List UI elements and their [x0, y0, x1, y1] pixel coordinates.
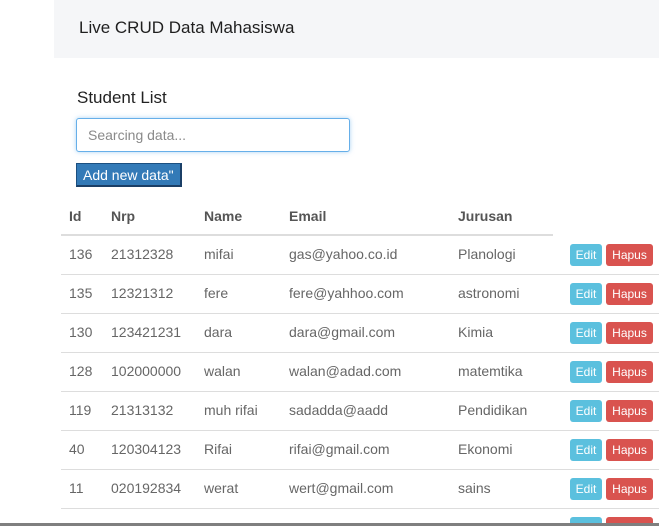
- delete-button[interactable]: Hapus: [606, 322, 653, 344]
- cell-nrp: 020192834: [111, 480, 182, 496]
- table-row: 128 102000000 walan walan@adad.com matem…: [61, 353, 659, 392]
- cell-nrp: 21313132: [111, 402, 174, 418]
- column-header-jurusan: Jurusan: [458, 208, 513, 224]
- edit-button[interactable]: Edit: [570, 244, 602, 266]
- cell-id: 40: [69, 441, 85, 457]
- cell-name: mifai: [204, 246, 234, 262]
- cell-jurusan: sains: [458, 480, 491, 496]
- edit-button[interactable]: Edit: [570, 400, 602, 422]
- cell-email: fere@yahhoo.com: [289, 285, 404, 301]
- table-row: 130 123421231 dara dara@gmail.com Kimia …: [61, 314, 659, 353]
- cell-name: werat: [204, 480, 239, 496]
- table-row: 11 020192834 werat wert@gmail.com sains …: [61, 470, 659, 509]
- cell-jurusan: astronomi: [458, 285, 520, 301]
- cell-jurusan: Pendidikan: [458, 402, 528, 418]
- edit-button[interactable]: Edit: [570, 361, 602, 383]
- student-table: Id Nrp Name Email Jurusan 136 21312328 m…: [61, 197, 659, 526]
- cell-email: wert@gmail.com: [289, 480, 394, 496]
- table-row: 40 120304123 Rifai rifai@gmail.com Ekono…: [61, 431, 659, 470]
- column-header-email: Email: [289, 208, 327, 224]
- cell-id: 136: [69, 246, 93, 262]
- search-input[interactable]: [76, 118, 350, 152]
- cell-id: 119: [69, 402, 92, 418]
- cell-nrp: 21312328: [111, 246, 174, 262]
- edit-button[interactable]: Edit: [570, 478, 602, 500]
- cell-email: sadadda@aadd: [289, 402, 389, 418]
- delete-button[interactable]: Hapus: [606, 400, 653, 422]
- cell-name: dara: [204, 324, 233, 340]
- cell-nrp: 12321312: [111, 285, 174, 301]
- cell-id: 128: [69, 363, 93, 379]
- cell-email: dara@gmail.com: [289, 324, 396, 340]
- delete-button[interactable]: Hapus: [606, 244, 653, 266]
- cell-jurusan: Kimia: [458, 324, 494, 340]
- column-header-id: Id: [69, 208, 82, 224]
- delete-button[interactable]: Hapus: [606, 439, 653, 461]
- add-new-data-button[interactable]: Add new data": [76, 163, 182, 187]
- cell-jurusan: Planologi: [458, 246, 516, 262]
- cell-nrp: 120304123: [111, 441, 182, 457]
- delete-button[interactable]: Hapus: [606, 361, 653, 383]
- cell-name: fere: [204, 285, 229, 301]
- cell-id: 135: [69, 285, 93, 301]
- cell-name: walan: [204, 363, 241, 379]
- table-row: 135 12321312 fere fere@yahhoo.com astron…: [61, 275, 659, 314]
- table-row: 119 21313132 muh rifai sadadda@aadd Pend…: [61, 392, 659, 431]
- edit-button[interactable]: Edit: [570, 322, 602, 344]
- cell-id: 130: [69, 324, 93, 340]
- delete-button[interactable]: Hapus: [606, 478, 653, 500]
- cell-nrp: 123421231: [111, 324, 182, 340]
- cell-id: 11: [69, 480, 84, 496]
- cell-name: muh rifai: [204, 402, 258, 418]
- edit-button[interactable]: Edit: [570, 439, 602, 461]
- cell-email: walan@adad.com: [289, 363, 402, 379]
- column-header-name: Name: [204, 208, 243, 224]
- cell-nrp: 102000000: [111, 363, 182, 379]
- cell-email: rifai@gmail.com: [289, 441, 390, 457]
- cell-name: Rifai: [204, 441, 233, 457]
- top-navbar: Live CRUD Data Mahasiswa: [54, 0, 659, 58]
- edit-button[interactable]: Edit: [570, 283, 602, 305]
- cell-jurusan: matemtika: [458, 363, 523, 379]
- column-header-nrp: Nrp: [111, 208, 136, 224]
- cell-email: gas@yahoo.co.id: [289, 246, 398, 262]
- app-title[interactable]: Live CRUD Data Mahasiswa: [79, 18, 294, 38]
- delete-button[interactable]: Hapus: [606, 283, 653, 305]
- table-row: 136 21312328 mifai gas@yahoo.co.id Plano…: [61, 236, 659, 275]
- page-title: Student List: [77, 88, 167, 107]
- cell-jurusan: Ekonomi: [458, 441, 513, 457]
